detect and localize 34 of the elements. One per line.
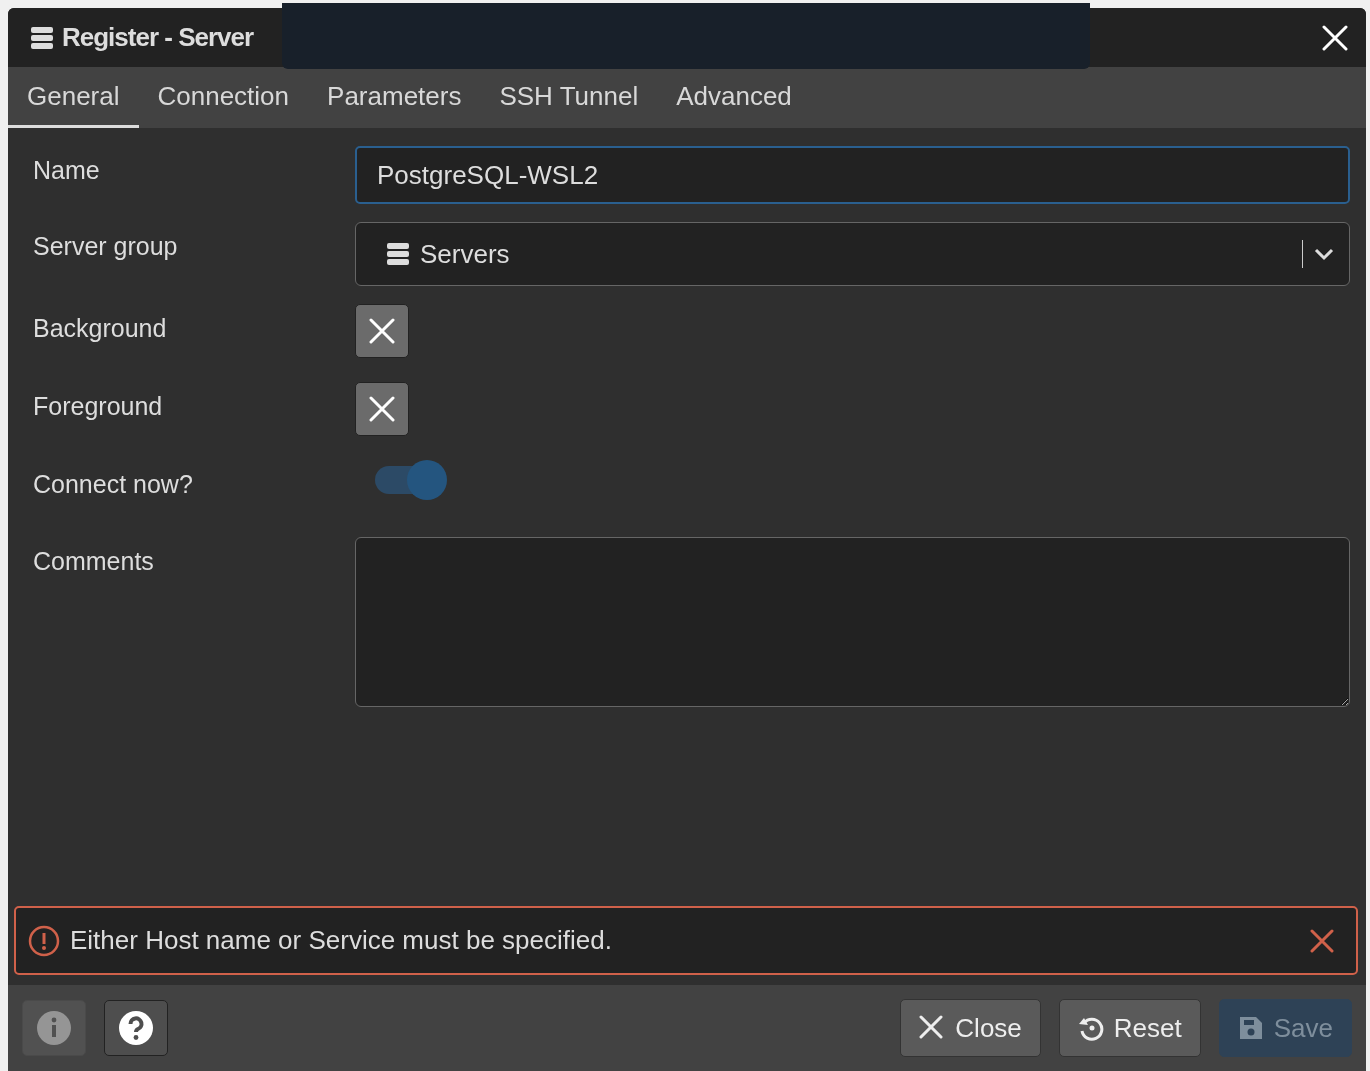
- comments-field[interactable]: [355, 537, 1350, 707]
- reset-button[interactable]: Reset: [1058, 999, 1201, 1057]
- select-field[interactable]: Servers: [355, 222, 1350, 286]
- close-button[interactable]: Close: [900, 999, 1041, 1057]
- clear-icon: [369, 318, 395, 344]
- field-label: Comments: [33, 546, 155, 577]
- server-icon: [386, 242, 410, 266]
- field-label: Background: [33, 313, 168, 344]
- tab[interactable]: Advanced: [657, 67, 811, 128]
- clear-icon: [369, 396, 395, 422]
- tab[interactable]: Parameters: [308, 67, 481, 128]
- error-message: Either Host name or Service must be specified.: [70, 924, 612, 957]
- select-value: Servers: [420, 237, 510, 271]
- window-title: Register - Server: [62, 21, 254, 54]
- tab[interactable]: Connection: [138, 67, 309, 128]
- tab[interactable]: General: [8, 67, 139, 128]
- field-label: Name: [33, 155, 101, 186]
- field-label: Foreground: [33, 391, 164, 422]
- info-icon: [36, 1010, 72, 1046]
- reset-icon: [1077, 1015, 1104, 1041]
- warning-icon: [28, 924, 60, 957]
- close-icon: [1310, 928, 1334, 953]
- toggle-switch[interactable]: [375, 460, 447, 500]
- tab[interactable]: SSH Tunnel: [480, 67, 658, 128]
- server-icon: [30, 25, 54, 50]
- input-field[interactable]: PostgreSQL-WSL2: [355, 146, 1350, 204]
- help-button[interactable]: [104, 1000, 168, 1056]
- field-label: Server group: [33, 231, 179, 262]
- color-picker-button[interactable]: [355, 382, 409, 436]
- close-icon: [1322, 24, 1348, 51]
- field-label: Connect now?: [33, 469, 194, 500]
- chevron-down-icon: [1313, 247, 1335, 261]
- color-picker-button[interactable]: [355, 304, 409, 358]
- help-icon: [118, 1010, 154, 1046]
